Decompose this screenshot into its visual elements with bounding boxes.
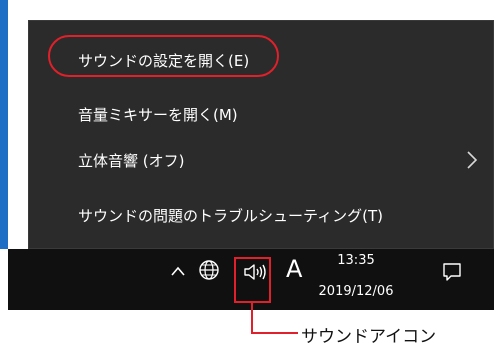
notification-icon[interactable] [442,262,462,282]
menu-item-troubleshoot-sound[interactable]: サウンドの問題のトラブルシューティング(T) [28,193,494,237]
speaker-callout-label: サウンドアイコン [301,327,437,347]
speaker-icon [244,264,266,280]
clock-time[interactable]: 13:35 [313,253,399,268]
desktop-background [0,0,8,249]
menu-item-label: サウンドの設定を開く(E) [78,51,250,70]
sound-context-menu: サウンドの設定を開く(E) 音量ミキサーを開く(M) 立体音響 (オフ) サウン… [28,20,494,249]
menu-item-open-volume-mixer[interactable]: 音量ミキサーを開く(M) [28,92,494,136]
menu-item-spatial-sound[interactable]: 立体音響 (オフ) [28,138,494,182]
menu-item-label: サウンドの問題のトラブルシューティング(T) [78,206,383,225]
caret-up-icon[interactable] [170,265,186,277]
globe-icon[interactable] [198,259,220,281]
menu-item-label: 音量ミキサーを開く(M) [78,105,238,124]
ime-mode-indicator[interactable]: A [286,255,302,283]
clock-date[interactable]: 2019/12/06 [308,284,404,299]
speaker-button[interactable] [238,258,272,286]
menu-item-label: 立体音響 (オフ) [78,151,185,170]
taskbar: A 13:35 2019/12/06 [8,249,494,310]
menu-item-open-sound-settings[interactable]: サウンドの設定を開く(E) [28,38,494,82]
chevron-right-icon [467,151,478,169]
